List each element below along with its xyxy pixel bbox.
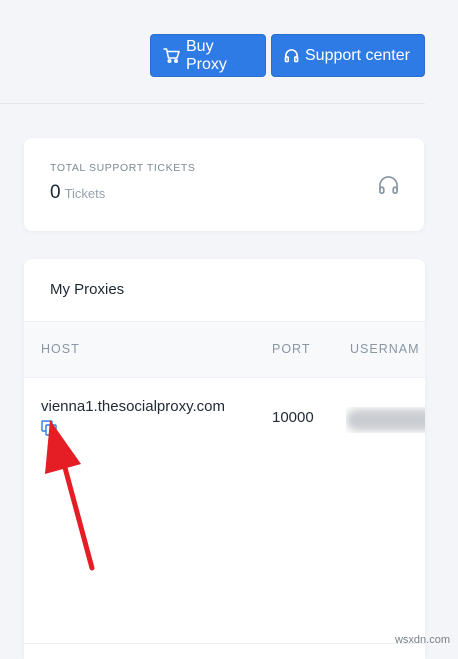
annotation-arrow	[45, 420, 95, 571]
host-cell: vienna1.thesocialproxy.com	[41, 398, 225, 415]
support-tickets-card: TOTAL SUPPORT TICKETS 0 Tickets	[24, 138, 424, 231]
redaction-blur	[346, 409, 425, 431]
stats-value: 0 Tickets	[50, 182, 105, 204]
divider	[24, 643, 425, 644]
username-cell-redacted	[346, 407, 425, 433]
support-center-label: Support center	[305, 46, 410, 64]
tickets-count: 0	[50, 182, 61, 203]
watermark: wsxdn.com	[394, 634, 450, 646]
headphones-icon	[379, 176, 398, 194]
column-header-host: HOST	[41, 342, 80, 356]
proxies-title: My Proxies	[50, 281, 125, 298]
stats-label: TOTAL SUPPORT TICKETS	[50, 162, 196, 174]
column-header-username: USERNAM	[350, 342, 420, 356]
column-header-port: PORT	[272, 342, 311, 356]
top-bar: Buy Proxy Support center	[0, 0, 425, 104]
headphones-icon	[284, 49, 299, 63]
buy-proxy-label: Buy Proxy	[186, 37, 227, 73]
support-center-button[interactable]: Support center	[271, 34, 425, 77]
cart-icon	[163, 48, 180, 63]
buy-proxy-button[interactable]: Buy Proxy	[150, 34, 266, 77]
table-header: HOST PORT USERNAM	[24, 321, 425, 378]
port-cell: 10000	[272, 409, 314, 426]
tickets-unit: Tickets	[64, 186, 106, 201]
